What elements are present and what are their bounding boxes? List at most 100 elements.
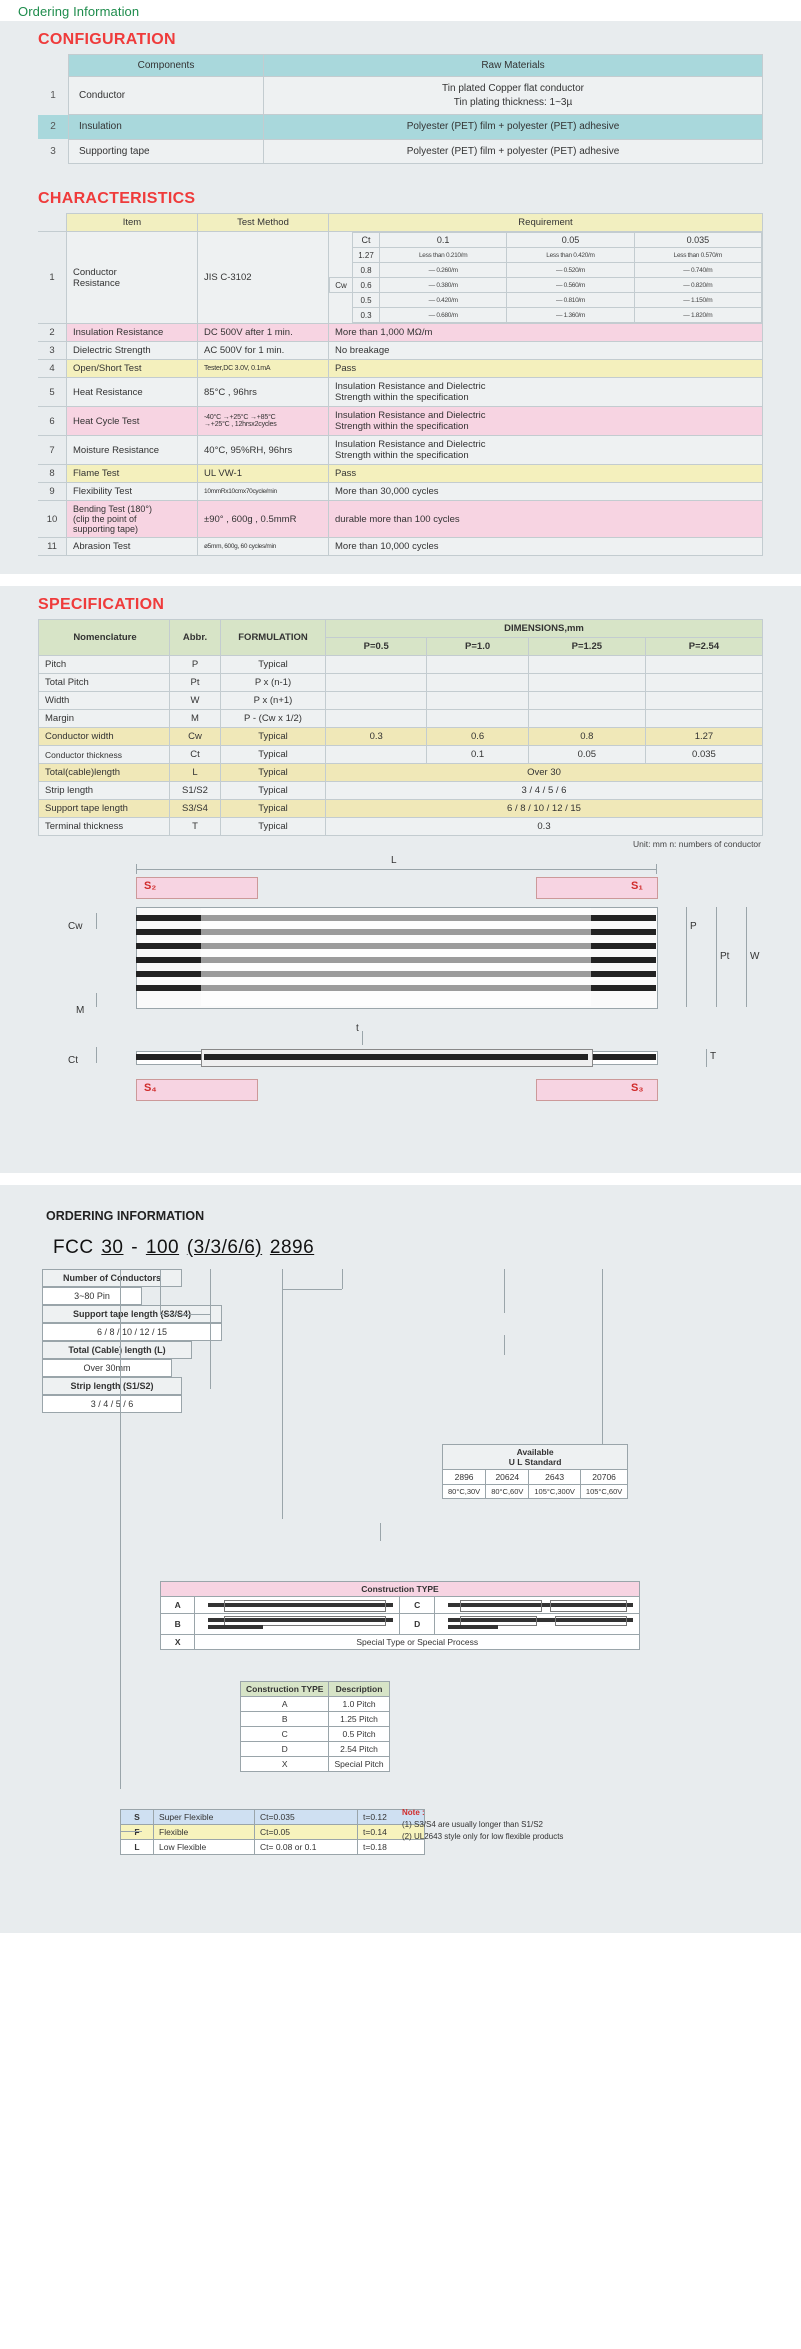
row-method: DC 500V after 1 min. — [197, 323, 329, 342]
type-code: B — [239, 1711, 330, 1727]
row-index: 10 — [38, 500, 67, 538]
ul-title-row: Available U L Standard — [441, 1444, 629, 1470]
specification-title: SPECIFICATION — [38, 596, 165, 613]
row-index: 9 — [38, 482, 67, 501]
row-raw: Polyester (PET) film + polyester (PET) a… — [263, 114, 763, 140]
flex-name: Super Flexible — [153, 1809, 255, 1825]
cw-value-3: 0.5 — [352, 292, 380, 308]
table-row: C 0.5 Pitch — [239, 1726, 390, 1742]
spec-nom: Conductor width — [38, 727, 170, 746]
ul-rating-1: 80°C,60V — [485, 1484, 530, 1499]
type-desc: 1.0 Pitch — [328, 1696, 390, 1712]
construction-type-d: D — [399, 1613, 435, 1635]
res-cell-3-0: — 0.420/m — [378, 292, 508, 308]
total-length-value: Over 30mm — [42, 1359, 172, 1377]
diagram-label-M: M — [76, 1005, 85, 1016]
table-header-row: Nomenclature Abbr. FORMULATION DIMENSION… — [38, 619, 763, 656]
row-index: 3 — [38, 341, 67, 360]
table-row: Strip length S1/S2 Typical 3 / 4 / 5 / 6 — [38, 781, 763, 800]
ul-title: Available U L Standard — [441, 1444, 629, 1470]
table-row: 4 Open/Short Test Tester,DC 3.0V, 0.1mA … — [38, 359, 763, 378]
pn-prefix: FCC — [53, 1237, 94, 1258]
note-line-1: (1) S3/S4 are usually longer than S1/S2 — [402, 1820, 543, 1829]
table-row: 7 Moisture Resistance 40°C, 95%RH, 96hrs… — [38, 435, 763, 465]
diagram-label-S2: S₂ — [144, 880, 157, 892]
spec-form: Typical — [220, 799, 326, 818]
row-item: Open/Short Test — [66, 359, 198, 378]
res-cell-4-2: — 1.820/m — [633, 307, 763, 323]
row-method: AC 500V for 1 min. — [197, 341, 329, 360]
ul-codes-row: 2896 20624 2643 20706 — [441, 1469, 629, 1485]
construction-row: X Special Type or Special Process — [159, 1634, 640, 1650]
table-row: 1 Conductor Resistance JIS C-3102 Ct 0.1… — [38, 231, 763, 324]
construction-special: Special Type or Special Process — [194, 1634, 640, 1650]
spec-abbr: Ct — [169, 745, 221, 764]
spec-nom: Conductor thickness — [38, 745, 170, 764]
row-method: Tester,DC 3.0V, 0.1mA — [197, 359, 329, 378]
row-item: Conductor Resistance — [66, 231, 198, 324]
flex-name: Low Flexible — [153, 1839, 255, 1855]
support-tape-value: 6 / 8 / 10 / 12 / 15 — [42, 1323, 222, 1341]
table-row: Support tape length S3/S4 Typical 6 / 8 … — [38, 799, 763, 818]
strip-length-value: 3 / 4 / 5 / 6 — [42, 1395, 182, 1413]
ul-ratings-row: 80°C,30V 80°C,60V 105°C,300V 105°C,60V — [441, 1484, 629, 1499]
type-description-table: Construction TYPE Description A 1.0 Pitc… — [239, 1681, 390, 1772]
construction-type-x: X — [159, 1634, 196, 1650]
matrix-row: 0.5 — 0.420/m — 0.810/m — 1.150/m — [329, 292, 763, 308]
col-raw-materials: Raw Materials — [263, 54, 763, 77]
ct-value-1: 0.05 — [506, 232, 635, 248]
spec-cell: 0.6 — [426, 727, 529, 746]
spec-form: Typical — [220, 763, 326, 782]
table-row: L Low Flexible Ct= 0.08 or 0.1 t=0.18 — [120, 1839, 425, 1855]
matrix-row: 0.8 — 0.260/m — 0.520/m — 0.740/m — [329, 262, 763, 278]
matrix-row: Cw 0.6 — 0.380/m — 0.560/m — 0.820/m — [329, 277, 763, 293]
construction-type-block: Construction TYPE A C B D X Special Type… — [159, 1581, 641, 1650]
res-cell-4-0: — 0.680/m — [378, 307, 508, 323]
diagram-label-L: L — [391, 855, 397, 866]
diagram-label-T: T — [710, 1051, 717, 1062]
row-component: Conductor — [68, 76, 264, 115]
cw-value-1: 0.8 — [352, 262, 380, 278]
spec-form: Typical — [220, 655, 326, 674]
note-block: Note : (1) S3/S4 are usually longer than… — [402, 1807, 722, 1843]
type-desc: 2.54 Pitch — [328, 1741, 390, 1757]
table-row: 11 Abrasion Test ø5mm, 600g, 60 cycles/m… — [38, 537, 763, 556]
panel-ordering-information: ORDERING INFORMATION FCC 30 - 100 (3/3/6… — [0, 1185, 801, 1933]
characteristics-title: CHARACTERISTICS — [38, 190, 196, 207]
type-code: X — [239, 1756, 330, 1772]
col-abbr: Abbr. — [169, 619, 221, 656]
table-row: F Flexible Ct=0.05 t=0.14 — [120, 1824, 425, 1840]
construction-row: A C — [159, 1596, 641, 1614]
spec-cell: 0.1 — [426, 745, 529, 764]
matrix-row: 1.27 Less than 0.210/m Less than 0.420/m… — [329, 247, 763, 263]
row-req: durable more than 100 cycles — [328, 500, 763, 538]
table-row: X Special Pitch — [239, 1756, 390, 1772]
ul-standard-block: Available U L Standard 2896 20624 2643 2… — [441, 1444, 629, 1499]
row-raw: Polyester (PET) film + polyester (PET) a… — [263, 138, 763, 164]
col-requirement: Requirement — [328, 213, 763, 232]
construction-type-b: B — [159, 1613, 196, 1635]
spec-nom: Pitch — [38, 655, 170, 674]
col-construction-type: Construction TYPE — [239, 1681, 330, 1697]
row-req: No breakage — [328, 341, 763, 360]
ul-code-0: 2896 — [441, 1469, 487, 1485]
spec-cell-span: 3 / 4 / 5 / 6 — [325, 781, 763, 800]
characteristics-body: 1 Conductor Resistance JIS C-3102 Ct 0.1… — [38, 231, 763, 556]
page-lead-title: Ordering Information — [18, 4, 140, 19]
type-d-graphic — [440, 1616, 634, 1632]
configuration-title: CONFIGURATION — [38, 31, 176, 48]
row-item: Heat Resistance — [66, 377, 198, 407]
table-row: Margin M P - (Cw x 1/2) — [38, 709, 764, 728]
col-test-method: Test Method — [197, 213, 329, 232]
diagram-label-Cw: Cw — [68, 921, 83, 932]
total-length-label: Total (Cable) length (L) — [42, 1341, 192, 1359]
ct-label: Ct — [352, 232, 380, 248]
construction-row: B D — [159, 1613, 641, 1635]
col-p125: P=1.25 — [527, 637, 646, 656]
row-req: More than 30,000 cycles — [328, 482, 763, 501]
row-method: 85°C , 96hrs — [197, 377, 329, 407]
diagram-label-S1: S₁ — [631, 880, 643, 892]
row-req: Pass — [328, 359, 763, 378]
cw-value-0: 1.27 — [352, 247, 380, 263]
specification-table: Nomenclature Abbr. FORMULATION DIMENSION… — [38, 619, 764, 836]
